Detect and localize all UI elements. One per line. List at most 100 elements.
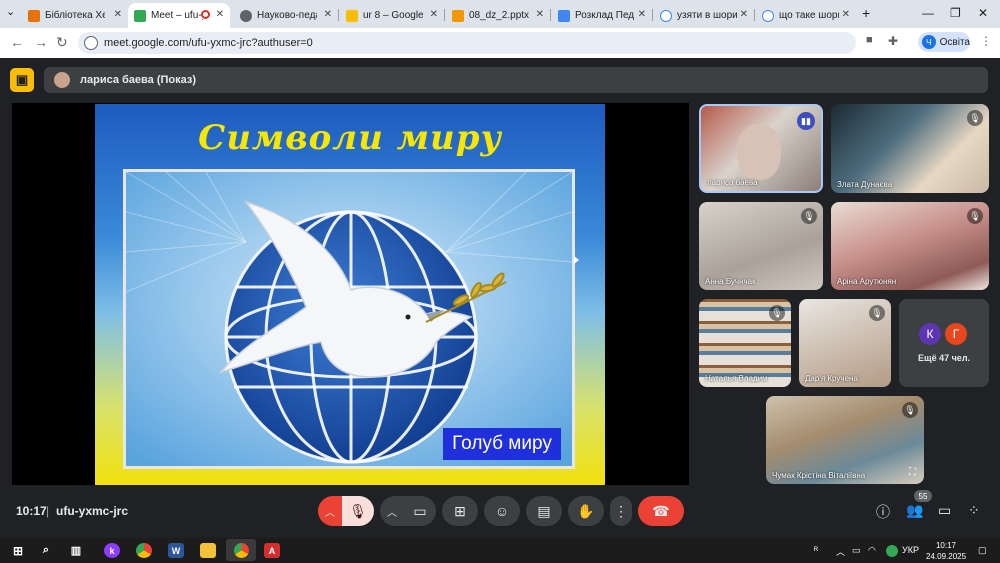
url-text: meet.google.com/ufu-yxmc-jrc?authuser=0	[104, 37, 313, 49]
close-icon[interactable]: ✕	[536, 9, 544, 20]
tab-2[interactable]: Науково-педаго ✕	[234, 3, 338, 28]
profile-label: Освіта	[939, 36, 970, 48]
participant-tile[interactable]: 🎙 Злата Дунаєва	[831, 104, 989, 193]
participant-tile[interactable]: 🎙 Наталья Владим	[699, 299, 791, 387]
meeting-code: ufu-yxmc-jrc	[56, 504, 129, 518]
raise-hand-icon[interactable]: ✋	[568, 496, 604, 526]
google-icon	[660, 9, 672, 22]
chrome-icon[interactable]	[136, 543, 152, 558]
notification-icon[interactable]: ▢	[978, 545, 987, 556]
participant-tile[interactable]: ▮▮ лариса баева	[699, 104, 823, 193]
avatar: Г	[945, 323, 967, 345]
mic-off-icon: 🎙	[869, 305, 885, 321]
tab-7[interactable]: що таке шори - ✕	[756, 3, 856, 28]
tab-3[interactable]: ur 8 – Google Ди ✕	[340, 3, 444, 28]
drive-icon	[346, 9, 358, 22]
presenter-label: лариса баева (Показ)	[80, 74, 197, 86]
present-screen-icon[interactable]: ⊞	[442, 496, 478, 526]
reload-icon[interactable]: ↻	[56, 34, 68, 51]
task-view-icon[interactable]: ▥	[68, 543, 84, 558]
more-options-icon[interactable]: ⋮	[610, 496, 632, 526]
tab-6[interactable]: узяти в шори зн ✕	[654, 3, 754, 28]
slide-picture	[123, 169, 575, 469]
clock-time: 10:17	[935, 541, 957, 550]
leave-call-button[interactable]: ☎	[638, 496, 684, 526]
file-explorer-icon[interactable]	[200, 543, 216, 558]
menu-dots-icon[interactable]: ⋮	[980, 34, 992, 48]
close-icon[interactable]: ✕	[430, 9, 438, 20]
tab-search-icon[interactable]: ⌄	[6, 5, 15, 18]
profile-button[interactable]: Ч Освіта	[918, 32, 970, 52]
dove-globe-illustration	[125, 171, 573, 466]
slide-caption: Голуб миру	[443, 428, 561, 460]
crop-icon[interactable]: ⛶	[909, 467, 916, 478]
address-bar[interactable]: meet.google.com/ufu-yxmc-jrc?authuser=0	[78, 32, 856, 54]
forward-icon[interactable]: →	[34, 34, 48, 50]
pdf-reader-icon[interactable]: A	[264, 543, 280, 558]
info-icon[interactable]: ⓘ	[876, 502, 890, 522]
app-tray-icon[interactable]	[886, 545, 898, 557]
clock-date: 24.09.2025	[926, 552, 967, 561]
tab-4[interactable]: 08_dz_2.pptx - G ✕	[446, 3, 550, 28]
meeting-time: 10:17	[16, 504, 47, 518]
site-info-icon[interactable]	[84, 36, 98, 50]
participant-name: Чумак Крістіна Віталіївна	[772, 471, 866, 480]
presentation-icon[interactable]: ▣	[10, 68, 34, 92]
avatar: К	[919, 323, 941, 345]
back-icon[interactable]: ←	[10, 34, 24, 50]
battery-icon[interactable]: ▭	[852, 545, 861, 556]
minimize-button[interactable]: —	[922, 6, 934, 20]
close-icon[interactable]: ✕	[638, 9, 646, 20]
new-tab-button[interactable]: +	[862, 5, 870, 21]
camera-icon[interactable]: ▭	[404, 496, 436, 526]
chrome-icon	[233, 542, 249, 558]
puzzle-icon[interactable]: ✚	[888, 34, 898, 48]
language-indicator[interactable]: УКР	[902, 545, 919, 555]
library-icon	[28, 9, 40, 22]
mouse-cursor	[574, 256, 579, 264]
close-icon[interactable]: ✕	[114, 9, 122, 20]
speaking-indicator-icon: ▮▮	[797, 112, 815, 130]
participant-tile[interactable]: 🎙 ⛶ Чумак Крістіна Віталіївна	[766, 396, 924, 484]
activities-icon[interactable]: ⁘	[968, 502, 980, 519]
k-app-icon[interactable]: k	[104, 543, 120, 558]
slides-icon	[452, 9, 464, 22]
extension-icon[interactable]: ■	[866, 34, 873, 46]
windows-start-icon[interactable]: ⊞	[10, 543, 26, 558]
system-clock[interactable]: 10:17 24.09.2025	[926, 540, 966, 562]
mic-off-icon: 🎙	[902, 402, 918, 418]
search-icon[interactable]: ⌕	[38, 543, 54, 558]
avatar: Ч	[922, 35, 936, 49]
active-chrome-window[interactable]	[226, 539, 256, 561]
close-window-button[interactable]: ✕	[978, 6, 988, 20]
participant-tile[interactable]: 🎙 Дар'я Кручена	[799, 299, 891, 387]
audio-options-button[interactable]: ︿	[318, 496, 342, 526]
globe-icon	[240, 9, 252, 22]
tab-5[interactable]: Розклад Пед. пр ✕	[552, 3, 652, 28]
chat-icon[interactable]: ▭	[938, 502, 951, 519]
close-icon[interactable]: ✕	[842, 9, 850, 20]
presenter-avatar	[54, 72, 70, 88]
people-icon[interactable]: 👥	[906, 502, 923, 519]
google-icon	[762, 9, 774, 22]
mic-off-icon[interactable]: 🎙	[342, 496, 374, 526]
person-icon[interactable]: ᴿ	[814, 545, 818, 555]
chevron-up-icon[interactable]: ︿	[836, 545, 845, 558]
maximize-button[interactable]: ❐	[950, 6, 961, 20]
close-icon[interactable]: ✕	[324, 9, 332, 20]
participant-name: Дар'я Кручена	[805, 374, 858, 383]
word-icon[interactable]: W	[168, 543, 184, 558]
participant-tile[interactable]: 🎙 Аріна Арутюнян	[831, 202, 989, 290]
close-icon[interactable]: ✕	[216, 9, 224, 20]
tab-strip: ⌄ Бібліотека Херсо ✕ Meet – ufu-y ✕ Наук…	[0, 0, 1000, 28]
close-icon[interactable]: ✕	[740, 9, 748, 20]
participant-tile[interactable]: 🎙 Анна Бучнчак	[699, 202, 823, 290]
wifi-icon[interactable]: ◠	[868, 545, 876, 556]
tab-1[interactable]: Meet – ufu-y ✕	[128, 3, 230, 28]
captions-icon[interactable]: ▤	[526, 496, 562, 526]
tab-0[interactable]: Бібліотека Херсо ✕	[22, 3, 128, 28]
video-options-button[interactable]: ︿	[380, 496, 404, 526]
meet-icon	[134, 9, 146, 22]
more-participants-tile[interactable]: К Г Ещё 47 чел.	[899, 299, 989, 387]
emoji-icon[interactable]: ☺	[484, 496, 520, 526]
